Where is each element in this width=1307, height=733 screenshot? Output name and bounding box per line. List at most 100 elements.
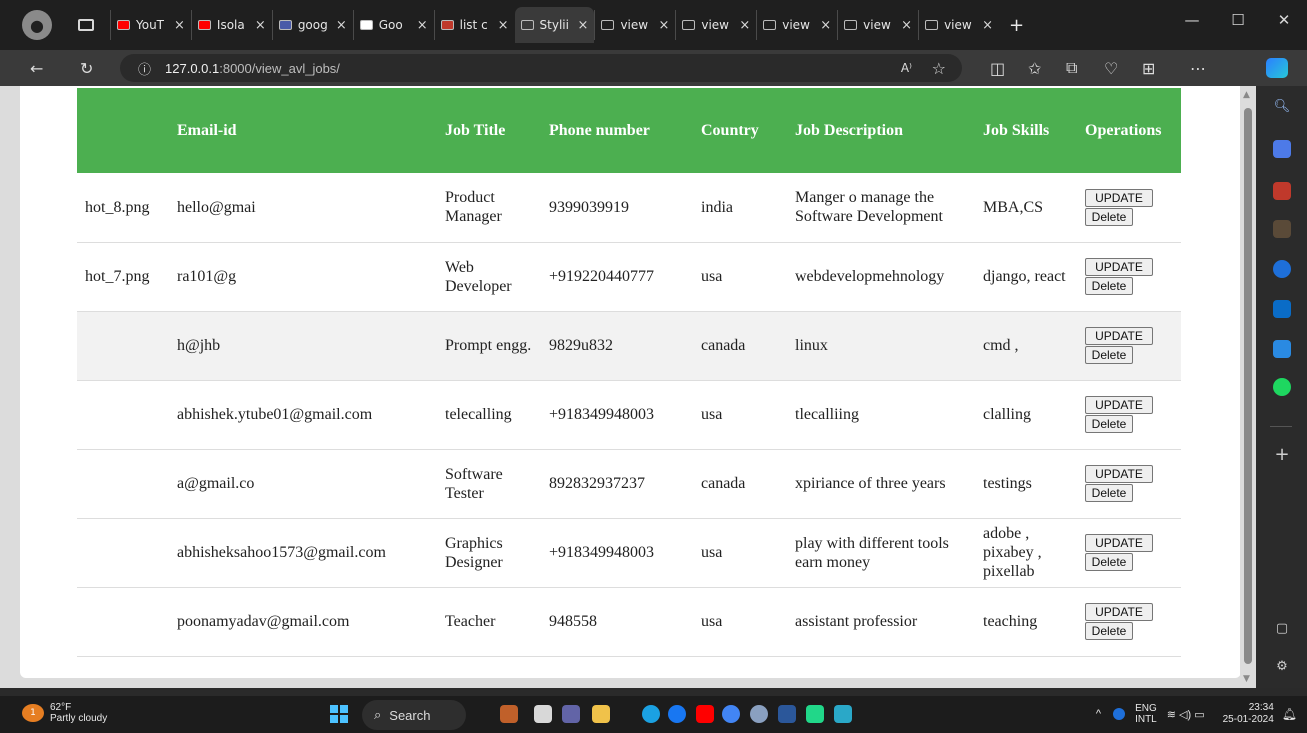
split-screen-icon[interactable]: ◫	[990, 59, 1005, 78]
delete-button[interactable]: Delete	[1085, 207, 1133, 226]
language-indicator[interactable]: ENG INTL	[1135, 703, 1157, 725]
delete-button[interactable]: Delete	[1085, 622, 1133, 640]
browser-tab[interactable]: view ×	[594, 10, 675, 40]
tools-icon[interactable]	[1273, 182, 1291, 200]
update-button[interactable]: UPDATE	[1085, 327, 1153, 345]
search-icon[interactable]: 🔍︎	[1273, 98, 1291, 116]
update-button[interactable]: UPDATE	[1085, 188, 1153, 207]
task-view-icon[interactable]	[534, 705, 552, 723]
browser-tab[interactable]: view ×	[756, 10, 837, 40]
delete-button[interactable]: Delete	[1085, 553, 1133, 571]
tab-close-icon[interactable]: ×	[174, 18, 185, 33]
site-info-icon[interactable]: ⓘ	[138, 59, 151, 78]
minimize-button[interactable]: —	[1169, 11, 1215, 29]
browser-tab[interactable]: view ×	[918, 10, 999, 40]
taskbar-search[interactable]: ⌕ Search	[362, 700, 466, 730]
facebook-icon[interactable]	[668, 705, 686, 723]
microsoft365-icon[interactable]	[1273, 260, 1291, 278]
sidebar-layout-icon[interactable]: ▢	[1273, 620, 1291, 638]
profile-avatar-icon[interactable]: ●	[22, 10, 52, 40]
settings-gear-icon[interactable]: ⚙	[1273, 658, 1291, 676]
cell-country: usa	[693, 518, 787, 588]
chrome-icon[interactable]	[722, 705, 740, 723]
tab-actions-icon[interactable]	[78, 19, 94, 31]
delete-button[interactable]: Delete	[1085, 346, 1133, 364]
add-icon[interactable]: +	[1273, 446, 1291, 464]
extensions-icon[interactable]: ⊞	[1142, 59, 1155, 78]
header-phone: Phone number	[541, 88, 693, 173]
new-tab-button[interactable]: +	[1009, 15, 1024, 36]
favorite-star-icon[interactable]: ☆	[932, 59, 946, 78]
cell-operations: UPDATE Delete	[1077, 518, 1181, 588]
tab-close-icon[interactable]: ×	[578, 18, 589, 33]
teams-icon[interactable]	[562, 705, 580, 723]
scrollbar-thumb[interactable]	[1244, 108, 1252, 664]
weather-widget[interactable]: 1 62°F Partly cloudy	[22, 702, 107, 724]
read-aloud-icon[interactable]: A⁾	[901, 61, 912, 75]
file-explorer-icon[interactable]	[592, 705, 610, 723]
reload-icon[interactable]: ↻	[80, 59, 93, 78]
telegram-icon[interactable]	[1273, 340, 1291, 358]
browser-tab[interactable]: goog ×	[271, 10, 353, 40]
delete-button[interactable]: Delete	[1085, 415, 1133, 433]
browser-toolbar: ← ↻ ⓘ 127.0.0.1:8000/view_avl_jobs/ A⁾ ☆…	[0, 50, 1307, 86]
pycharm-icon[interactable]	[806, 705, 824, 723]
browser-tab[interactable]: view ×	[837, 10, 918, 40]
tab-close-icon[interactable]: ×	[658, 18, 669, 33]
tab-close-icon[interactable]: ×	[982, 18, 993, 33]
update-button[interactable]: UPDATE	[1085, 258, 1153, 276]
games-icon[interactable]	[1273, 220, 1291, 238]
copilot-icon[interactable]	[1266, 58, 1288, 78]
close-window-button[interactable]: ✕	[1261, 11, 1307, 29]
table-row: hot_7.png ra101@g Web Developer +9192204407…	[77, 242, 1181, 312]
tab-close-icon[interactable]: ×	[739, 18, 750, 33]
browser-tab[interactable]: YouT ×	[110, 10, 191, 40]
tab-close-icon[interactable]: ×	[498, 18, 509, 33]
tab-label: Isola	[216, 18, 245, 32]
search-icon	[278, 20, 292, 30]
browser-tab[interactable]: Stylii ×	[514, 7, 595, 43]
wifi-volume-battery-icon[interactable]: ≋ ◁) ▭	[1167, 708, 1205, 721]
favorites-icon[interactable]: ✩	[1028, 59, 1041, 78]
delete-button[interactable]: Delete	[1085, 484, 1133, 502]
notepad-icon[interactable]	[834, 705, 852, 723]
page-scrollbar[interactable]: ▲ ▼	[1240, 86, 1256, 688]
update-button[interactable]: UPDATE	[1085, 603, 1153, 621]
chevron-up-icon[interactable]: ^	[1096, 708, 1101, 720]
settings-app-icon[interactable]	[750, 705, 768, 723]
jobs-table: Email-id Job Title Phone number Country …	[77, 88, 1181, 657]
clock[interactable]: 23:34 25-01-2024	[1223, 702, 1274, 726]
edge-browser-icon[interactable]	[642, 705, 660, 723]
scroll-down-arrow-icon[interactable]: ▼	[1243, 674, 1250, 684]
browser-tab[interactable]: list c ×	[433, 10, 515, 40]
youtube-icon[interactable]	[696, 705, 714, 723]
back-arrow-icon[interactable]: ←	[30, 59, 43, 78]
shopping-tag-icon[interactable]	[1273, 140, 1291, 158]
tab-close-icon[interactable]: ×	[336, 18, 347, 33]
tab-close-icon[interactable]: ×	[820, 18, 831, 33]
widgets-icon[interactable]	[500, 705, 518, 723]
scroll-up-arrow-icon[interactable]: ▲	[1243, 90, 1250, 100]
notification-bell-icon[interactable]: 🔔︎	[1282, 707, 1297, 721]
tab-close-icon[interactable]: ×	[417, 18, 428, 33]
address-bar[interactable]: ⓘ 127.0.0.1:8000/view_avl_jobs/ A⁾ ☆	[120, 54, 962, 82]
tab-close-icon[interactable]: ×	[901, 18, 912, 33]
bluetooth-icon[interactable]	[1113, 708, 1126, 720]
page-body: Email-id Job Title Phone number Country …	[20, 86, 1241, 678]
browser-essentials-icon[interactable]: ♡	[1104, 59, 1118, 78]
browser-tab[interactable]: Isola ×	[190, 10, 272, 40]
spotify-icon[interactable]	[1273, 378, 1291, 396]
update-button[interactable]: UPDATE	[1085, 534, 1153, 552]
delete-button[interactable]: Delete	[1085, 277, 1133, 295]
update-button[interactable]: UPDATE	[1085, 465, 1153, 483]
tab-close-icon[interactable]: ×	[255, 18, 266, 33]
maximize-button[interactable]: ☐	[1215, 11, 1261, 29]
word-icon[interactable]	[778, 705, 796, 723]
update-button[interactable]: UPDATE	[1085, 396, 1153, 414]
browser-tab[interactable]: view ×	[675, 10, 756, 40]
outlook-icon[interactable]	[1273, 300, 1291, 318]
collections-icon[interactable]: ⧉	[1066, 58, 1077, 78]
windows-start-icon[interactable]	[330, 705, 348, 723]
browser-tab[interactable]: Goo ×	[352, 10, 434, 40]
more-menu-icon[interactable]: ⋯	[1190, 59, 1206, 78]
